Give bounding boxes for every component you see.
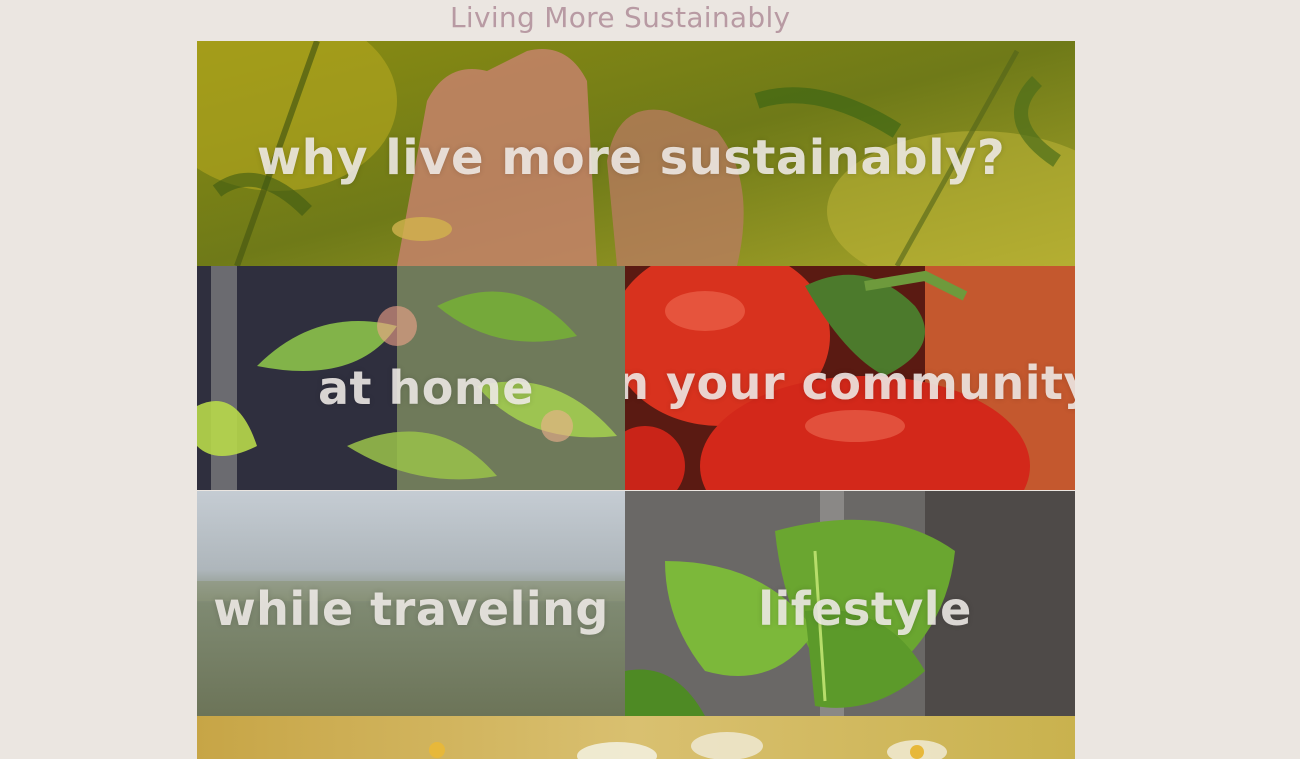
tile-while-traveling[interactable]: while traveling bbox=[197, 491, 625, 716]
tile-label: while traveling bbox=[213, 581, 609, 636]
tile-label: why live more sustainably? bbox=[256, 129, 1006, 186]
tile-why-live-sustainably[interactable]: why live more sustainably? bbox=[197, 41, 1075, 266]
tile-at-home[interactable]: at home bbox=[197, 266, 625, 490]
tile-label: in your community bbox=[625, 356, 1075, 410]
tile-daisy-meadow[interactable] bbox=[197, 716, 1075, 759]
site-title[interactable]: Living More Sustainably bbox=[450, 0, 790, 36]
tile-in-your-community[interactable]: in your community bbox=[625, 266, 1075, 490]
page: Living More Sustainably why live more su… bbox=[0, 0, 1300, 759]
tile-lifestyle[interactable]: lifestyle bbox=[625, 491, 1075, 716]
tile-label: at home bbox=[317, 361, 535, 415]
tile-label: lifestyle bbox=[758, 581, 972, 636]
daisy-meadow-image bbox=[197, 716, 1075, 759]
